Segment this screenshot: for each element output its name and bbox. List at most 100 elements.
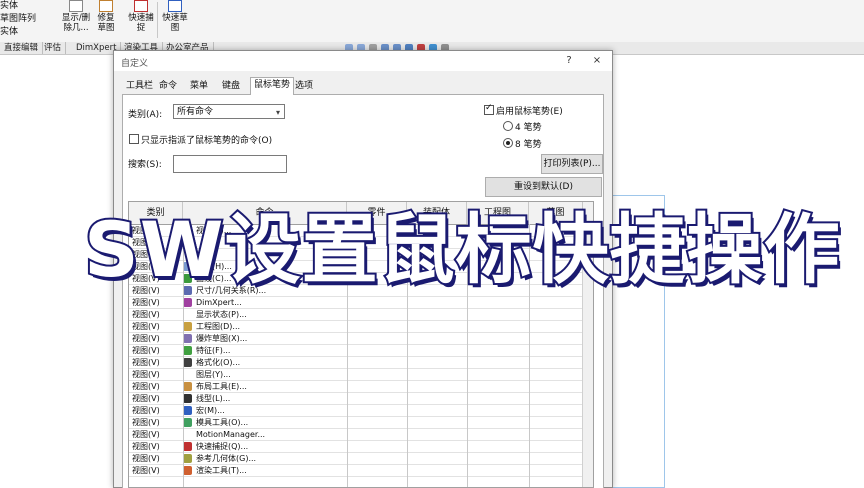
ribbon-separator: [157, 2, 158, 38]
row-category: 视图(V): [132, 370, 160, 379]
row-category: 视图(V): [132, 298, 160, 307]
row-command: 模具工具(O)...: [196, 418, 249, 427]
command-icon: [183, 358, 192, 367]
row-command: 宏(M)...: [196, 406, 225, 415]
command-manager-ribbon: 实体 草图阵列 实体 显示/删除几... 修复草图 快速捕捉 快速草图: [0, 0, 864, 43]
row-category: 视图(V): [132, 358, 160, 367]
only-assigned-label: 只显示指派了鼠标笔势的命令(O): [141, 136, 273, 146]
ribbon-button-label: 显示/删除几...: [61, 13, 91, 33]
ribbon-left-group: 实体 草图阵列 实体: [0, 0, 56, 39]
table-row[interactable]: 视图(V) 显示状态(P)...: [129, 309, 593, 321]
repair-sketch-button[interactable]: 修复草图: [95, 0, 117, 33]
command-icon: [183, 466, 192, 475]
row-command: 特征(F)...: [196, 346, 231, 355]
row-category: 视图(V): [132, 442, 160, 451]
row-category: 视图(V): [132, 346, 160, 355]
command-icon: [183, 334, 192, 343]
ribbon-left-item-2[interactable]: 实体: [0, 26, 56, 39]
table-row[interactable]: 视图(V) 布局工具(E)...: [129, 381, 593, 393]
row-category: 视图(V): [132, 394, 160, 403]
row-command: 快速捕捉(Q)...: [196, 442, 249, 451]
close-button[interactable]: ×: [588, 54, 606, 68]
enable-gestures-label: 启用鼠标笔势(E): [496, 107, 563, 117]
relations-icon: [69, 0, 83, 12]
row-command: MotionManager...: [196, 430, 266, 439]
command-icon: [183, 442, 192, 451]
table-row[interactable]: 视图(V) 渲染工具(T)...: [129, 465, 593, 477]
gesture8-radio[interactable]: [503, 138, 513, 148]
print-list-button[interactable]: 打印列表(P)...: [541, 154, 603, 174]
table-row[interactable]: 视图(V) 快速捕捉(Q)...: [129, 441, 593, 453]
gesture4-radio[interactable]: [503, 121, 513, 131]
gesture8-label: 8 笔势: [515, 140, 542, 150]
table-row[interactable]: 视图(V) 线型(L)...: [129, 393, 593, 405]
chevron-down-icon: ▾: [275, 108, 280, 117]
category-select[interactable]: 所有命令 ▾: [173, 104, 285, 119]
table-row[interactable]: 视图(V) 特征(F)...: [129, 345, 593, 357]
row-command: DimXpert...: [196, 298, 242, 307]
help-button[interactable]: ?: [560, 54, 578, 68]
command-icon: [183, 382, 192, 391]
row-command: 工程图(D)...: [196, 322, 241, 331]
rapid-sketch-icon: [168, 0, 182, 12]
row-command: 显示状态(P)...: [196, 310, 247, 319]
category-select-value: 所有命令: [177, 107, 214, 117]
only-assigned-checkbox[interactable]: [129, 134, 139, 144]
search-label: 搜索(S):: [128, 160, 162, 170]
row-command: 线型(L)...: [196, 394, 231, 403]
tab-menus[interactable]: 菜单: [187, 79, 211, 93]
table-row[interactable]: 视图(V) 参考几何体(G)...: [129, 453, 593, 465]
command-icon: [183, 454, 192, 463]
table-row[interactable]: 视图(V) 宏(M)...: [129, 405, 593, 417]
row-command: 格式化(O)...: [196, 358, 241, 367]
row-command: 布局工具(E)...: [196, 382, 247, 391]
tab-mouse-gestures[interactable]: 鼠标笔势: [250, 77, 295, 95]
row-category: 视图(V): [132, 406, 160, 415]
dialog-title-bar[interactable]: 自定义 ? ×: [114, 51, 612, 71]
command-icon: [183, 418, 192, 427]
search-input[interactable]: [173, 155, 287, 173]
tab-commands[interactable]: 命令: [156, 79, 180, 93]
video-title-overlay: SW设置鼠标快捷操作: [82, 203, 842, 296]
category-label: 类别(A):: [128, 110, 163, 120]
table-row[interactable]: 视图(V) 模具工具(O)...: [129, 417, 593, 429]
tab-options[interactable]: 选项: [292, 79, 316, 93]
tab-keyboard[interactable]: 键盘: [219, 79, 243, 93]
table-row[interactable]: 视图(V) 爆炸草图(X)...: [129, 333, 593, 345]
command-icon: [183, 322, 192, 331]
gesture4-label: 4 笔势: [515, 123, 542, 133]
tab-toolbars[interactable]: 工具栏: [123, 79, 156, 93]
row-command: 爆炸草图(X)...: [196, 334, 248, 343]
ribbon-left-item-0[interactable]: 实体: [0, 0, 56, 13]
table-row[interactable]: 视图(V) DimXpert...: [129, 297, 593, 309]
row-command: 参考几何体(G)...: [196, 454, 257, 463]
row-category: 视图(V): [132, 382, 160, 391]
quick-snap-button[interactable]: 快速捕捉: [127, 0, 155, 33]
reset-default-button[interactable]: 重设到默认(D): [485, 177, 602, 197]
tab-evaluate[interactable]: 评估: [40, 42, 67, 54]
dialog-title: 自定义: [121, 59, 149, 69]
command-icon: [183, 298, 192, 307]
row-category: 视图(V): [132, 334, 160, 343]
ribbon-button-label: 快速草图: [162, 13, 188, 33]
table-row[interactable]: 视图(V) 图层(Y)...: [129, 369, 593, 381]
display-delete-relations-button[interactable]: 显示/删除几...: [60, 0, 92, 33]
table-row[interactable]: 视图(V) 工程图(D)...: [129, 321, 593, 333]
command-icon: [183, 394, 192, 403]
table-row[interactable]: 视图(V) MotionManager...: [129, 429, 593, 441]
row-command: 图层(Y)...: [196, 370, 231, 379]
row-command: 渲染工具(T)...: [196, 466, 247, 475]
repair-sketch-icon: [99, 0, 113, 12]
row-category: 视图(V): [132, 466, 160, 475]
row-category: 视图(V): [132, 454, 160, 463]
rapid-sketch-button[interactable]: 快速草图: [161, 0, 189, 33]
row-category: 视图(V): [132, 430, 160, 439]
ribbon-left-item-1[interactable]: 草图阵列: [0, 13, 56, 26]
row-category: 视图(V): [132, 310, 160, 319]
enable-gestures-checkbox[interactable]: [484, 103, 494, 115]
ribbon-button-label: 快速捕捉: [128, 13, 154, 33]
row-category: 视图(V): [132, 418, 160, 427]
table-row[interactable]: 视图(V) 格式化(O)...: [129, 357, 593, 369]
ribbon-button-label: 修复草图: [97, 13, 115, 33]
tab-direct-edit[interactable]: 直接编辑: [0, 42, 44, 54]
